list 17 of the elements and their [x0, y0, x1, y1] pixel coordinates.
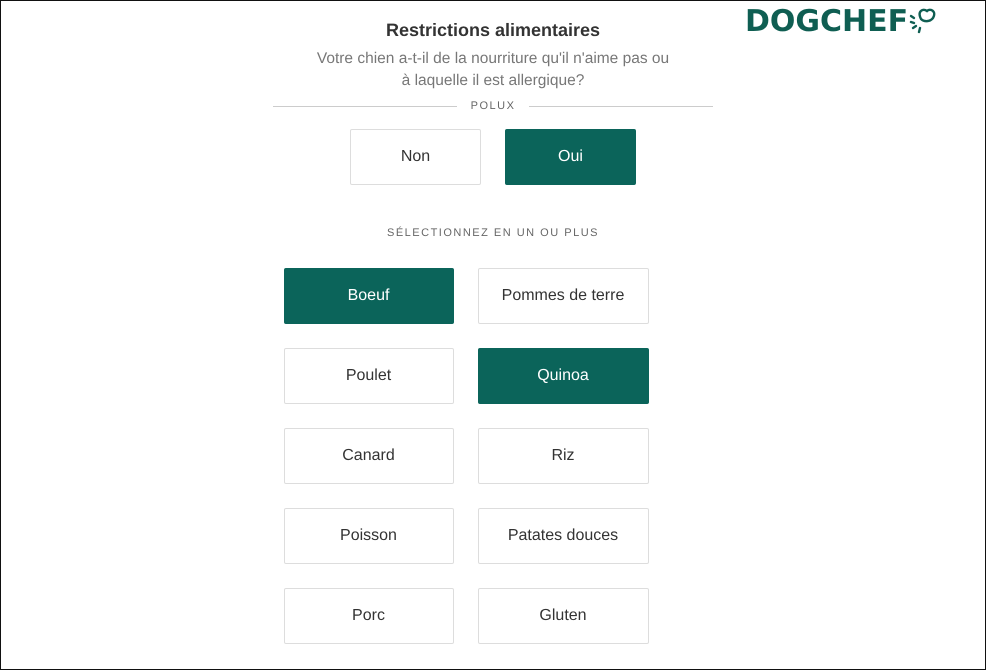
logo-text: DOGCHEF	[745, 7, 908, 37]
option-button[interactable]: Boeuf	[284, 268, 454, 324]
page-title: Restrictions alimentaires	[386, 19, 600, 42]
section-heading: SÉLECTIONNEZ EN UN OU PLUS	[387, 226, 599, 240]
dog-name: POLUX	[470, 99, 516, 114]
option-button[interactable]: Patates douces	[478, 508, 648, 564]
option-button[interactable]: Gluten	[478, 588, 648, 644]
option-button[interactable]: Poisson	[284, 508, 454, 564]
option-button[interactable]: Pommes de terre	[478, 268, 648, 324]
option-button[interactable]: Porc	[284, 588, 454, 644]
answer-button[interactable]: Oui	[505, 128, 636, 184]
option-button[interactable]: Quinoa	[478, 348, 648, 404]
option-button[interactable]: Canard	[284, 428, 454, 484]
option-button[interactable]: Riz	[478, 428, 648, 484]
question-text: Votre chien a-t-il de la nourriture qu'il n'aime pas ou à laquelle il est allergique?	[316, 49, 670, 91]
option-button[interactable]: Poulet	[284, 348, 454, 404]
answer-button[interactable]: Non	[350, 128, 481, 184]
